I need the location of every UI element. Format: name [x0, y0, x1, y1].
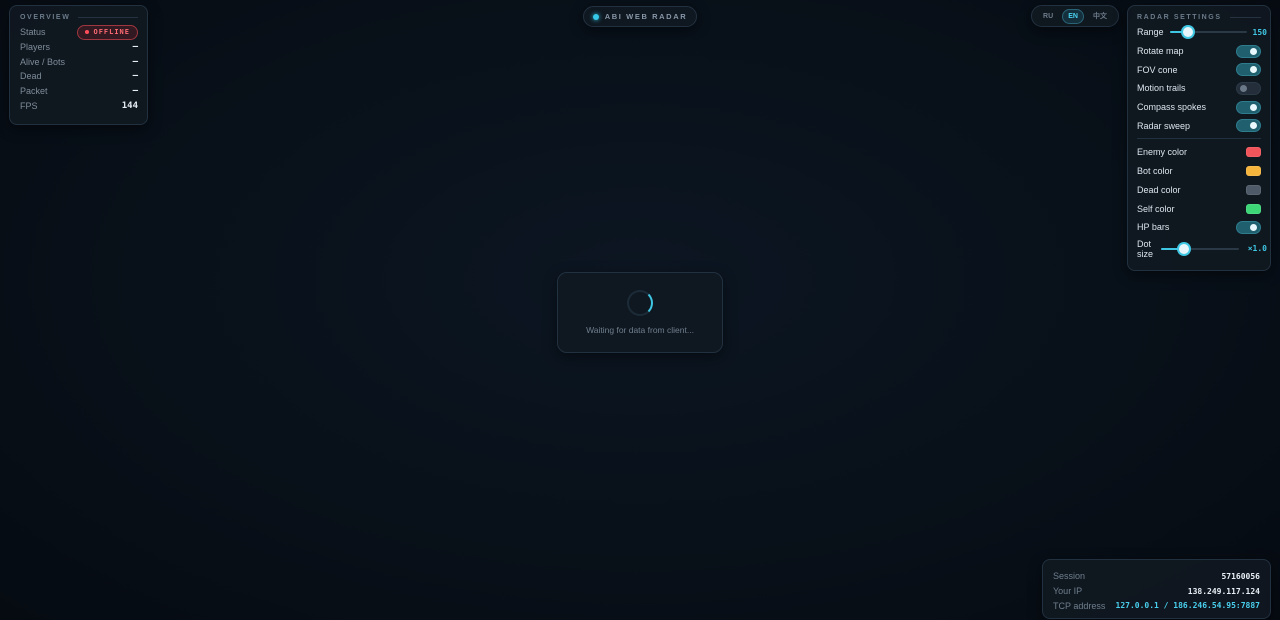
dot-size-label: Dot size	[1137, 238, 1154, 259]
fps-label: FPS	[20, 100, 38, 111]
rotate-map-row: Rotate map	[1137, 42, 1261, 61]
fps-value: 144	[121, 100, 138, 111]
fps-row: FPS 144	[20, 98, 138, 113]
dot-size-value: ×1.0	[1247, 244, 1267, 254]
dead-value: –	[132, 71, 138, 82]
app-title-pill: ABI WEB RADAR	[583, 6, 697, 27]
lang-zh-button[interactable]: 中文	[1088, 8, 1112, 24]
alive-bots-label: Alive / Bots	[20, 56, 66, 67]
motion-trails-row: Motion trails	[1137, 79, 1261, 98]
dead-color-label: Dead color	[1137, 184, 1181, 195]
slider-knob[interactable]	[1179, 243, 1190, 254]
dead-color-row: Dead color	[1137, 181, 1261, 200]
hp-bars-toggle[interactable]	[1236, 220, 1261, 234]
self-color-swatch[interactable]	[1246, 203, 1261, 214]
toggle-knob	[1250, 66, 1257, 74]
fov-cone-label: FOV cone	[1137, 64, 1178, 75]
tcp-address-row: TCP address 127.0.0.1 / 186.246.54.95:78…	[1053, 598, 1260, 613]
overview-panel: OVERVIEW Status OFFLINE Players – Alive …	[9, 5, 148, 125]
radar-settings-panel: RADAR SETTINGS Range 150 Rotate map FOV …	[1127, 5, 1271, 271]
lang-en-button[interactable]: EN	[1062, 8, 1084, 24]
your-ip-row: Your IP 138.249.117.124	[1053, 584, 1260, 599]
waiting-loader: Waiting for data from client...	[557, 272, 723, 353]
range-slider[interactable]	[1169, 26, 1247, 38]
dead-label: Dead	[20, 71, 42, 82]
settings-divider	[1137, 138, 1261, 140]
toggle-knob	[1250, 223, 1257, 231]
bot-color-label: Bot color	[1137, 166, 1173, 177]
session-value: 57160056	[1221, 571, 1260, 581]
app-title: ABI WEB RADAR	[604, 12, 688, 21]
your-ip-label: Your IP	[1053, 586, 1083, 597]
toggle-knob	[1240, 84, 1247, 92]
enemy-color-row: Enemy color	[1137, 143, 1261, 162]
radar-sweep-toggle[interactable]	[1236, 119, 1261, 133]
range-label: Range	[1137, 27, 1164, 38]
session-label: Session	[1053, 571, 1086, 582]
motion-trails-label: Motion trails	[1137, 83, 1186, 94]
self-color-label: Self color	[1137, 203, 1175, 214]
compass-spokes-label: Compass spokes	[1137, 102, 1207, 113]
session-row: Session 57160056	[1053, 569, 1260, 584]
dead-color-swatch[interactable]	[1246, 184, 1261, 195]
your-ip-value: 138.249.117.124	[1187, 586, 1260, 596]
motion-trails-toggle[interactable]	[1236, 81, 1261, 95]
settings-title: RADAR SETTINGS	[1137, 14, 1261, 21]
self-color-row: Self color	[1137, 199, 1261, 218]
status-label: Status	[20, 27, 46, 38]
enemy-color-swatch[interactable]	[1246, 147, 1261, 158]
players-label: Players	[20, 42, 51, 53]
lang-ru-button[interactable]: RU	[1038, 10, 1058, 23]
connection-info-panel: Session 57160056 Your IP 138.249.117.124…	[1042, 559, 1271, 619]
toggle-knob	[1250, 47, 1257, 55]
tcp-address-value[interactable]: 127.0.0.1 / 186.246.54.95:7887	[1116, 601, 1261, 610]
radar-sweep-label: Radar sweep	[1137, 120, 1191, 131]
language-switcher: RU EN 中文	[1031, 5, 1119, 27]
loading-spinner-icon	[627, 290, 653, 316]
bot-color-swatch[interactable]	[1246, 166, 1261, 177]
dead-row: Dead –	[20, 69, 138, 84]
bot-color-row: Bot color	[1137, 162, 1261, 181]
dot-size-slider[interactable]	[1161, 243, 1239, 255]
fov-cone-toggle[interactable]	[1236, 63, 1261, 77]
compass-spokes-row: Compass spokes	[1137, 98, 1261, 117]
alive-bots-value: –	[132, 56, 138, 67]
slider-knob[interactable]	[1183, 27, 1193, 38]
range-row: Range 150	[1137, 23, 1267, 42]
range-value: 150	[1252, 27, 1267, 37]
status-badge: OFFLINE	[77, 24, 138, 40]
title-divider	[1229, 17, 1261, 18]
packet-value: –	[132, 86, 138, 97]
title-divider	[78, 17, 138, 18]
status-row: Status OFFLINE	[20, 24, 138, 40]
alive-bots-row: Alive / Bots –	[20, 54, 138, 69]
live-indicator-icon	[592, 13, 599, 20]
players-value: –	[132, 42, 138, 53]
compass-spokes-toggle[interactable]	[1236, 100, 1261, 114]
radar-sweep-row: Radar sweep	[1137, 116, 1261, 135]
dot-size-row: Dot size ×1.0	[1137, 237, 1267, 261]
waiting-message: Waiting for data from client...	[586, 325, 694, 335]
toggle-knob	[1250, 103, 1257, 111]
players-row: Players –	[20, 40, 138, 55]
packet-label: Packet	[20, 86, 48, 97]
hp-bars-row: HP bars	[1137, 218, 1261, 237]
fov-cone-row: FOV cone	[1137, 60, 1261, 79]
packet-row: Packet –	[20, 84, 138, 99]
enemy-color-label: Enemy color	[1137, 147, 1188, 158]
overview-title: OVERVIEW	[20, 14, 138, 21]
hp-bars-label: HP bars	[1137, 222, 1170, 233]
rotate-map-toggle[interactable]	[1236, 44, 1261, 58]
status-dot-icon	[85, 30, 90, 35]
toggle-knob	[1250, 122, 1257, 130]
rotate-map-label: Rotate map	[1137, 46, 1184, 57]
tcp-address-label: TCP address	[1053, 600, 1106, 611]
